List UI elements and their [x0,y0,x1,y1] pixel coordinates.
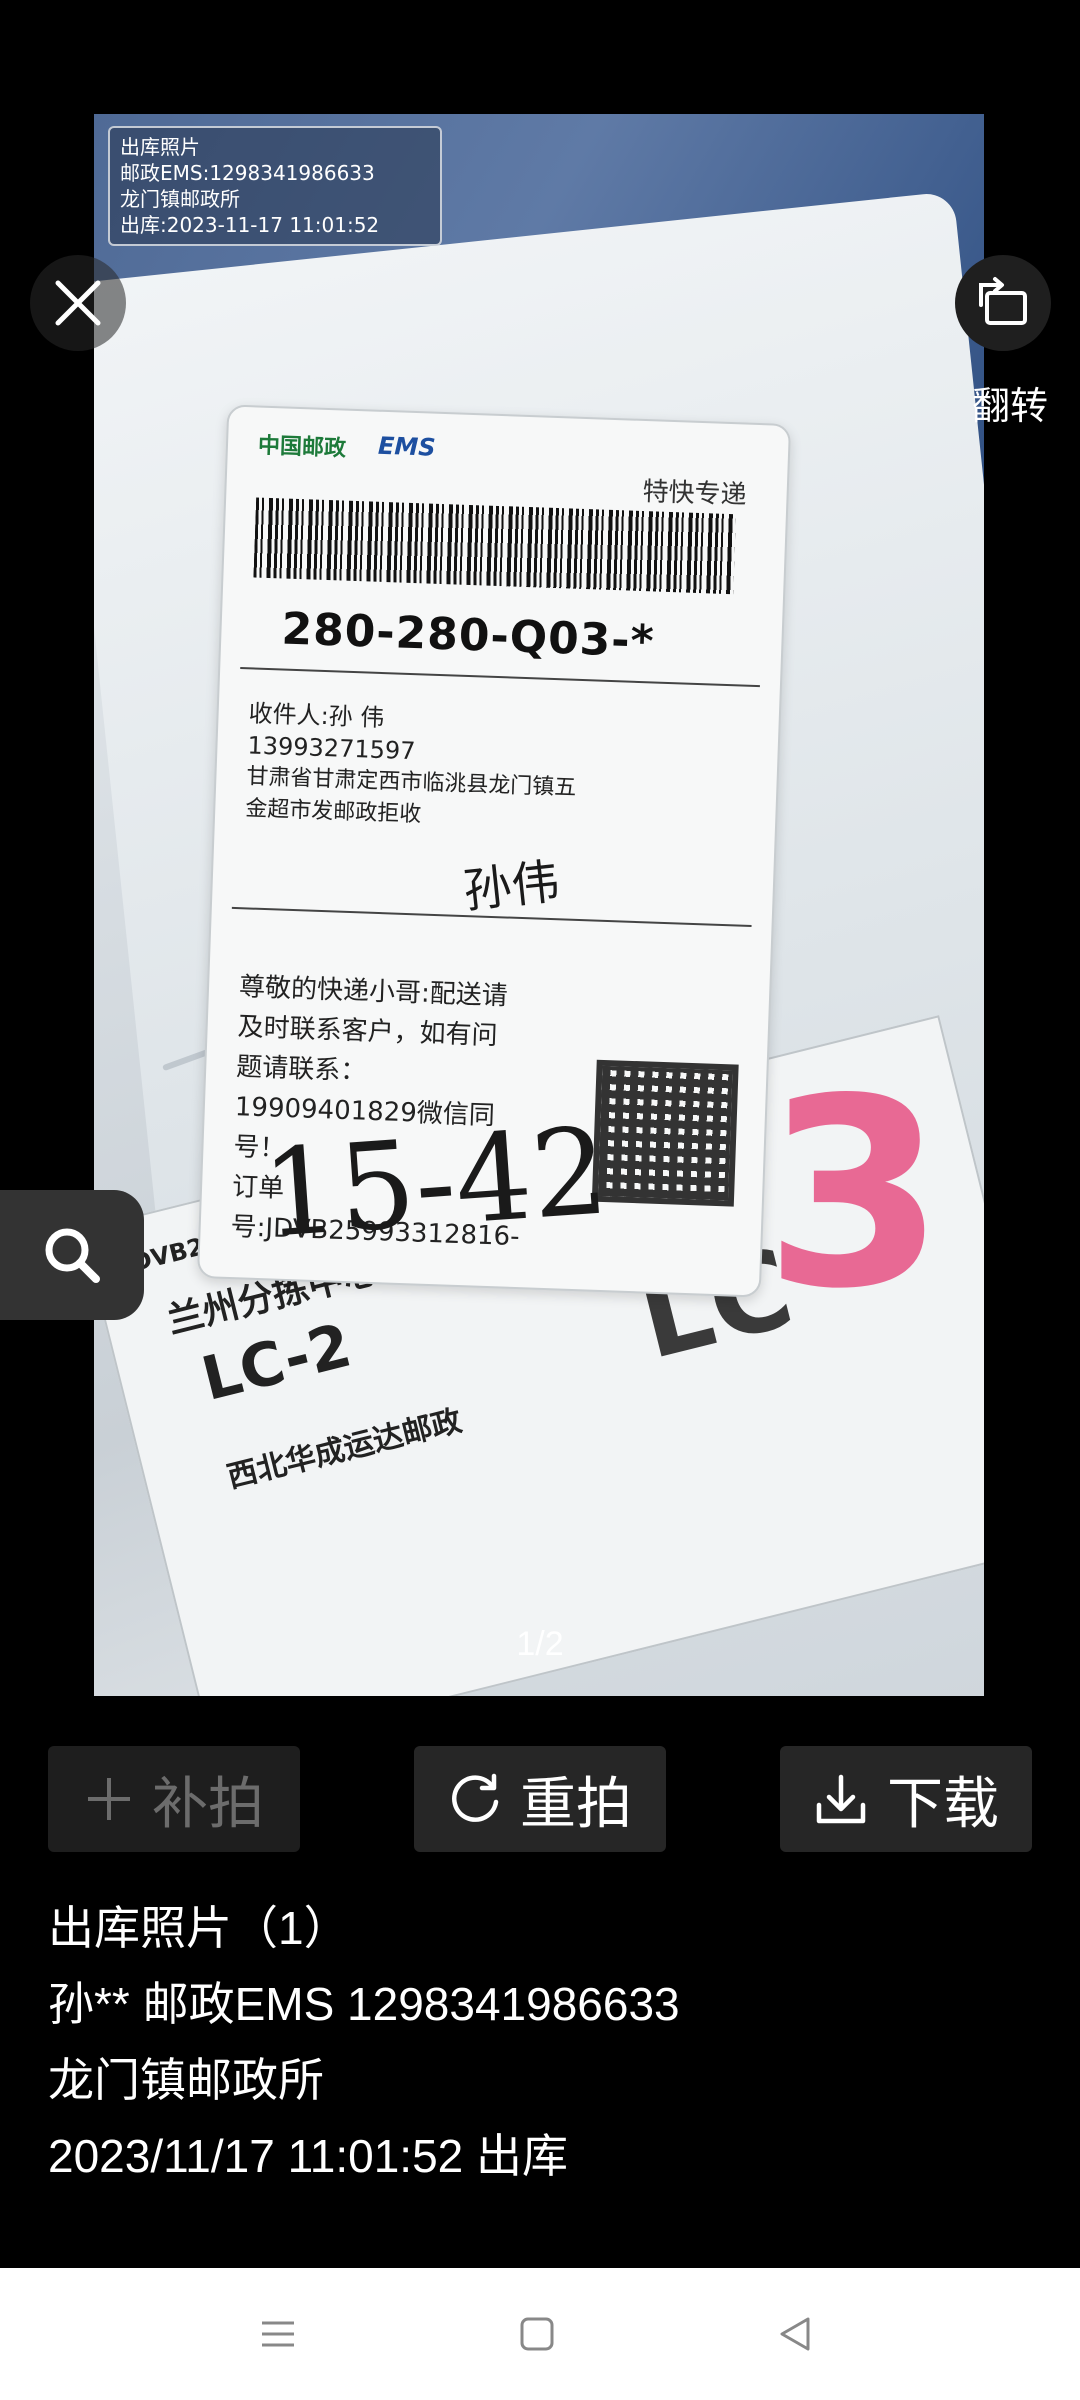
qr-code [591,1059,739,1207]
back-button[interactable] [756,2298,836,2370]
watermark-station: 龙门镇邮政所 [120,187,240,211]
pink-number-mark: 3 [764,1044,945,1346]
photo-viewer-screen: JDVB2599331 兰州分拣中心 LC-2 西北华成运达邮政 LC 3 中国… [0,0,1080,2400]
system-navigation-bar [0,2268,1080,2400]
add-photo-label: 补拍 [152,1771,264,1837]
recent-apps-button[interactable] [238,2298,318,2370]
download-button[interactable]: 下载 [780,1746,1032,1852]
download-icon [813,1771,869,1827]
triangle-back-icon [780,2317,810,2351]
ems-logo: EMS [377,431,437,462]
label-divider [240,667,760,688]
handwritten-signature: 孙伟 [460,853,563,920]
square-home-icon [520,2317,554,2351]
retake-label: 重拍 [520,1771,632,1837]
info-recipient-tracking: 孙** 邮政EMS 1298341986633 [48,1978,680,2030]
info-time-status: 2023/11/17 11:01:52 出库 [48,2130,569,2182]
add-photo-button[interactable]: 补拍 [48,1746,300,1852]
handwritten-number: 15-42 [257,1102,613,1266]
route-code: 280-280-Q03-* [280,603,656,668]
rotate-icon [979,277,1027,325]
photo-watermark: 出库照片 邮政EMS:1298341986633 龙门镇邮政所 出库:2023-… [108,126,442,246]
watermark-title: 出库照片 [120,135,200,159]
refresh-icon [448,1772,502,1826]
download-label: 下载 [887,1771,999,1837]
service-type: 特快专递 [642,476,748,511]
close-icon [55,280,101,326]
recipient-block: 收件人:孙 伟 13993271597 甘肃省甘肃定西市临洮县龙门镇五 金超市发… [245,697,629,838]
close-button[interactable] [30,255,126,351]
rotate-label[interactable]: 翻转 [960,375,1060,430]
zoom-button[interactable] [0,1190,144,1320]
watermark-tracking: 邮政EMS:1298341986633 [120,161,375,185]
watermark-time: 出库:2023-11-17 11:01:52 [120,213,380,237]
retake-button[interactable]: 重拍 [414,1746,666,1852]
action-bar: 补拍 重拍 下载 [0,1746,1080,1852]
china-post-logo: 中国邮政 [257,433,347,462]
tracking-barcode [253,497,736,595]
package-photo[interactable]: JDVB2599331 兰州分拣中心 LC-2 西北华成运达邮政 LC 3 中国… [94,114,984,1696]
menu-icon [262,2321,294,2347]
info-title: 出库照片（1） [48,1902,350,1954]
search-icon [45,1228,100,1283]
photo-info: 出库照片（1） 孙** 邮政EMS 1298341986633 龙门镇邮政所 2… [48,1890,680,2194]
rotate-button[interactable] [955,255,1051,351]
page-indicator: 1/2 [516,1625,564,1663]
plus-icon [84,1774,134,1824]
sorting-company: 西北华成运达邮政 [223,1403,466,1496]
info-station: 龙门镇邮政所 [48,2054,324,2106]
home-button[interactable] [497,2298,577,2370]
ems-shipping-label: 中国邮政 EMS 特快专递 280-280-Q03-* 收件人:孙 伟 1399… [196,404,792,1298]
